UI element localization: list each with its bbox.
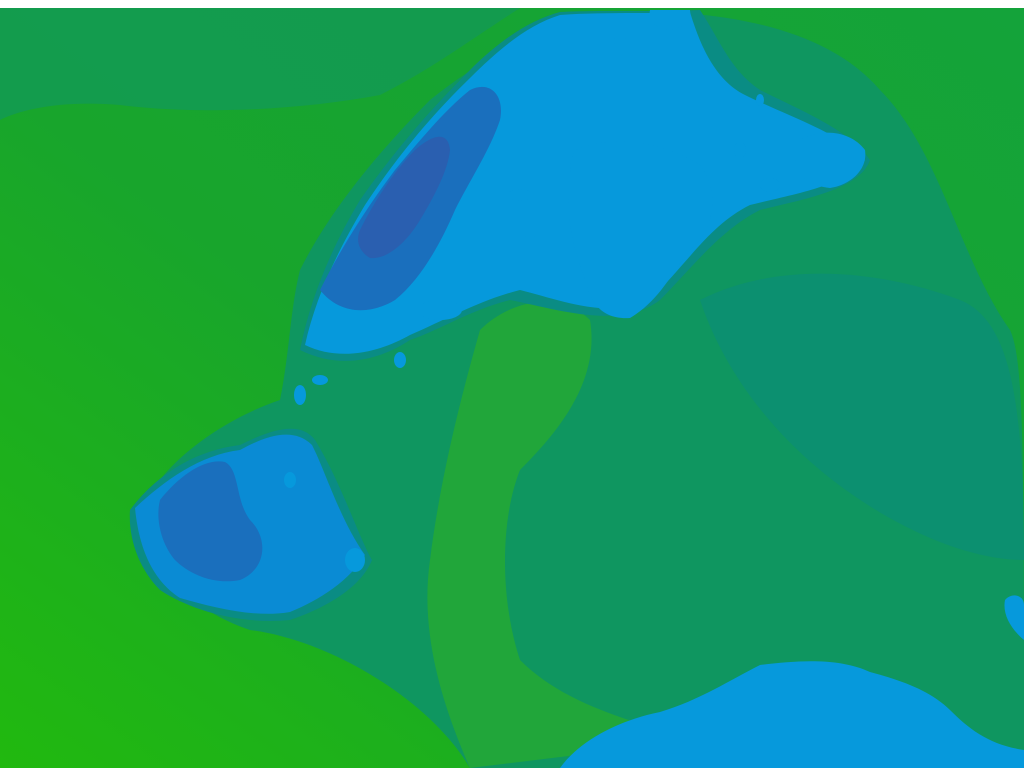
elevation-map[interactable] [0,8,1024,768]
map-viewport[interactable] [0,0,1024,768]
